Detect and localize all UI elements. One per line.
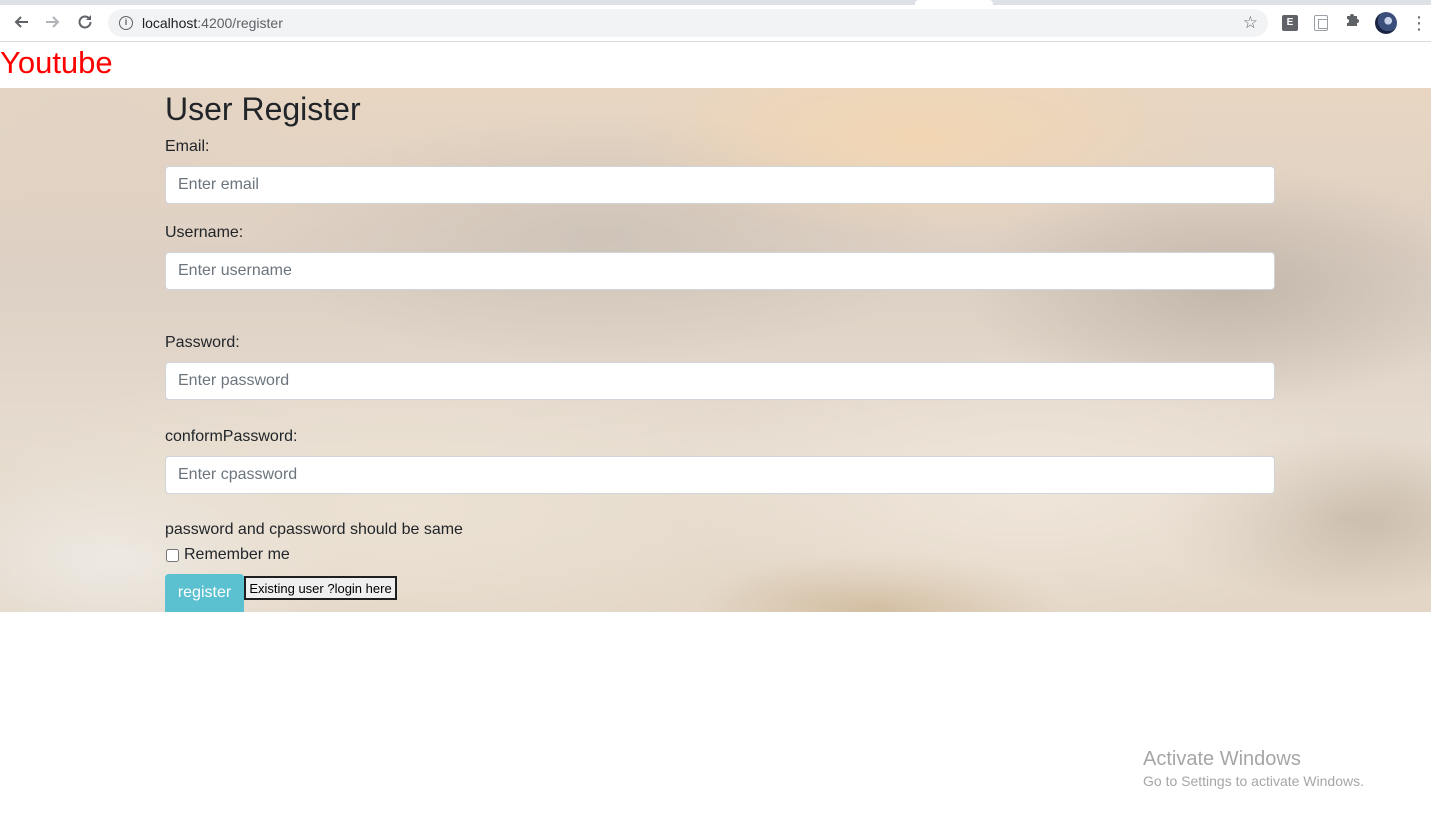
back-arrow-icon[interactable] bbox=[7, 8, 35, 36]
address-bar[interactable]: i localhost:4200/register ☆ bbox=[108, 9, 1268, 37]
activate-windows-watermark: Activate Windows Go to Settings to activ… bbox=[1143, 747, 1364, 791]
page-title: User Register bbox=[165, 91, 361, 127]
login-link-button[interactable]: Existing user ?login here bbox=[244, 576, 397, 600]
profile-avatar[interactable] bbox=[1375, 12, 1397, 34]
watermark-title: Activate Windows bbox=[1143, 748, 1301, 770]
register-button[interactable]: register bbox=[165, 574, 244, 612]
username-label: Username: bbox=[165, 224, 244, 241]
browser-toolbar: i localhost:4200/register ☆ E ⋮ bbox=[0, 5, 1431, 42]
url-text[interactable]: localhost:4200/register bbox=[142, 15, 283, 31]
extension-e-icon[interactable]: E bbox=[1282, 15, 1298, 31]
remember-me-checkbox[interactable] bbox=[166, 548, 179, 562]
email-label: Email: bbox=[165, 138, 210, 155]
confirm-password-label: conformPassword: bbox=[165, 428, 298, 445]
forward-arrow-icon[interactable] bbox=[39, 8, 67, 36]
kebab-menu-icon[interactable]: ⋮ bbox=[1410, 13, 1428, 33]
info-icon[interactable]: i bbox=[119, 16, 133, 30]
remember-me-label[interactable]: Remember me bbox=[184, 545, 290, 565]
brand-title[interactable]: Youtube bbox=[0, 44, 113, 82]
reload-icon[interactable] bbox=[71, 8, 99, 36]
url-path: :4200/register bbox=[197, 15, 283, 31]
password-field[interactable] bbox=[165, 362, 1275, 400]
password-label: Password: bbox=[165, 334, 240, 351]
url-host: localhost bbox=[142, 15, 198, 31]
extension-copy-icon[interactable] bbox=[1314, 15, 1328, 31]
watermark-subtitle: Go to Settings to activate Windows. bbox=[1143, 773, 1364, 789]
star-icon[interactable]: ☆ bbox=[1243, 13, 1258, 33]
username-field[interactable] bbox=[165, 252, 1275, 290]
puzzle-icon[interactable] bbox=[1345, 11, 1361, 32]
remember-me-row[interactable]: Remember me bbox=[165, 545, 290, 565]
password-match-hint: password and cpassword should be same bbox=[165, 521, 463, 538]
confirm-password-field[interactable] bbox=[165, 456, 1275, 494]
email-field[interactable] bbox=[165, 166, 1275, 204]
